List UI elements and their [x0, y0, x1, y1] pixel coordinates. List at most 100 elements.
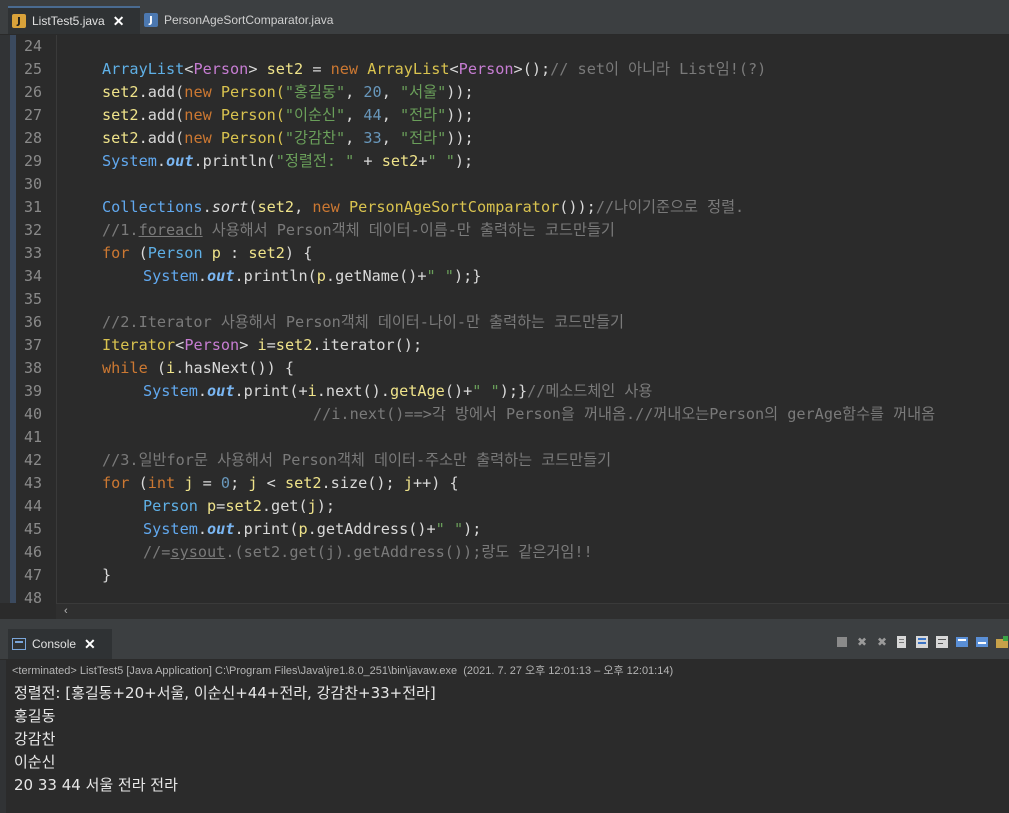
- tok: ());: [559, 198, 596, 216]
- tok: Collections: [102, 198, 203, 216]
- line-number: 25: [24, 60, 43, 78]
- tok: ,: [345, 129, 364, 147]
- tok: Person(: [220, 106, 285, 124]
- tok: (: [138, 244, 148, 262]
- tok: for: [102, 244, 139, 262]
- tok: .print(: [234, 520, 299, 538]
- line-number: 36: [24, 313, 43, 331]
- code-line-34: System.out.println(p.getName()+" ");}: [143, 265, 481, 288]
- console-output-line: 정렬전: [홍길동+20+서울, 이순신+44+전라, 강감찬+33+전라]: [14, 684, 436, 702]
- horizontal-scrollbar[interactable]: ‹: [56, 603, 1009, 620]
- remove-all-terminated-icon[interactable]: ✖: [875, 635, 889, 649]
- tok: sort: [211, 198, 249, 216]
- tok: for: [102, 474, 139, 492]
- code-editor[interactable]: 24 25 26 27 28 29 30 31 32 33 34 35 36 3…: [0, 35, 1009, 620]
- line-number: 48: [24, 589, 43, 607]
- display-selected-console-icon[interactable]: [975, 635, 989, 649]
- tok: 20: [363, 83, 382, 101]
- console-left-strip: [0, 660, 6, 813]
- console-output-line: 20 33 44 서울 전라 전라: [14, 776, 178, 794]
- tok: out: [207, 520, 235, 538]
- tok: set2: [248, 244, 285, 262]
- code-line-36: //2.Iterator 사용해서 Person객체 데이터-나이-만 출력하는…: [102, 311, 624, 334]
- tok: set2: [102, 129, 139, 147]
- console-output-line: 이순신: [14, 753, 56, 771]
- code-line-45: System.out.print(p.getAddress()+" ");: [143, 518, 481, 541]
- pin-console-icon[interactable]: [955, 635, 969, 649]
- tok: p: [211, 244, 221, 262]
- tok: " ": [427, 152, 455, 170]
- console-output-panel[interactable]: <terminated> ListTest5 [Java Application…: [0, 660, 1009, 813]
- tok: //=: [143, 543, 171, 561]
- editor-tab-bar: J ListTest5.java ✕ J PersonAgeSortCompar…: [0, 0, 1009, 35]
- line-number: 43: [24, 474, 43, 492]
- code-line-28: set2.add(new Person("강감찬", 33, "전라"));: [102, 127, 474, 150]
- code-line-33: for (Person p : set2) {: [102, 242, 312, 265]
- clear-console-icon[interactable]: [895, 635, 909, 649]
- code-line-47: }: [102, 564, 111, 587]
- tab-personagesortcomparator[interactable]: J PersonAgeSortComparator.java: [140, 6, 339, 34]
- tok: <: [449, 60, 459, 78]
- code-line-39: System.out.print(+i.next().getAge()+" ")…: [143, 380, 652, 403]
- code-line-46: //=sysout.(set2.get(j).getAddress());랑도 …: [143, 541, 593, 564]
- scroll-lock-icon[interactable]: [915, 635, 929, 649]
- tok: .: [156, 152, 167, 170]
- tab-console[interactable]: Console ✕: [8, 629, 112, 659]
- tok: .add(: [138, 83, 185, 101]
- tok: //메소드체인 사용: [527, 382, 653, 400]
- line-number: 41: [24, 428, 43, 446]
- close-icon[interactable]: ✕: [84, 636, 96, 653]
- tok: " ": [426, 267, 454, 285]
- tok: out: [207, 267, 235, 285]
- tok: System: [143, 382, 198, 400]
- line-number: 34: [24, 267, 43, 285]
- code-line-38: while (i.hasNext()) {: [102, 357, 294, 380]
- line-number: 46: [24, 543, 43, 561]
- tok: set2: [257, 198, 295, 216]
- tok: .println(: [193, 152, 276, 170]
- tok: 0: [220, 474, 231, 492]
- code-line-44: Person p=set2.get(j);: [143, 495, 335, 518]
- line-number: 30: [24, 175, 43, 193]
- editor-left-strip: [0, 35, 10, 603]
- tok: .add(: [138, 106, 185, 124]
- word-wrap-icon[interactable]: [935, 635, 949, 649]
- tok: );}: [453, 267, 482, 285]
- tab-label: ListTest5.java: [32, 14, 105, 28]
- tok: "전라": [400, 129, 447, 147]
- line-number: 37: [24, 336, 43, 354]
- tok: foreach: [138, 221, 203, 239]
- tok: Person: [184, 336, 240, 354]
- line-number: 40: [24, 405, 43, 423]
- close-icon[interactable]: ✕: [113, 13, 125, 30]
- line-number: 28: [24, 129, 43, 147]
- tok: while: [102, 359, 157, 377]
- tok: ArrayList: [367, 60, 450, 78]
- tok: :: [220, 244, 249, 262]
- tok: ));: [446, 83, 474, 101]
- tok: "홍길동": [284, 83, 346, 101]
- tok: >: [248, 60, 267, 78]
- open-console-icon[interactable]: [995, 635, 1009, 649]
- tok: =: [266, 336, 276, 354]
- tok: set2: [266, 60, 304, 78]
- tok: =: [216, 497, 226, 515]
- line-number: 26: [24, 83, 43, 101]
- line-number: 29: [24, 152, 43, 170]
- tok: );: [463, 520, 482, 538]
- tok: ArrayList: [102, 60, 185, 78]
- tok: .println(: [234, 267, 317, 285]
- tok: //2.Iterator 사용해서 Person객체 데이터-나이-만 출력하는…: [102, 313, 625, 331]
- scroll-left-icon[interactable]: ‹: [64, 605, 68, 617]
- tok: j: [248, 474, 258, 492]
- tok: ()+: [444, 382, 473, 400]
- tok: ++) {: [412, 474, 459, 492]
- remove-launch-icon[interactable]: ✖: [855, 635, 869, 649]
- console-toolbar: ✖ ✖: [835, 635, 1009, 649]
- terminate-icon[interactable]: [835, 635, 849, 649]
- code-line-29: System.out.println("정렬전: " + set2+" ");: [102, 150, 473, 173]
- tab-listtest5[interactable]: J ListTest5.java ✕: [8, 6, 140, 34]
- tab-label: PersonAgeSortComparator.java: [164, 13, 334, 27]
- tok: getAge: [389, 382, 445, 400]
- tok: "강감찬": [284, 129, 346, 147]
